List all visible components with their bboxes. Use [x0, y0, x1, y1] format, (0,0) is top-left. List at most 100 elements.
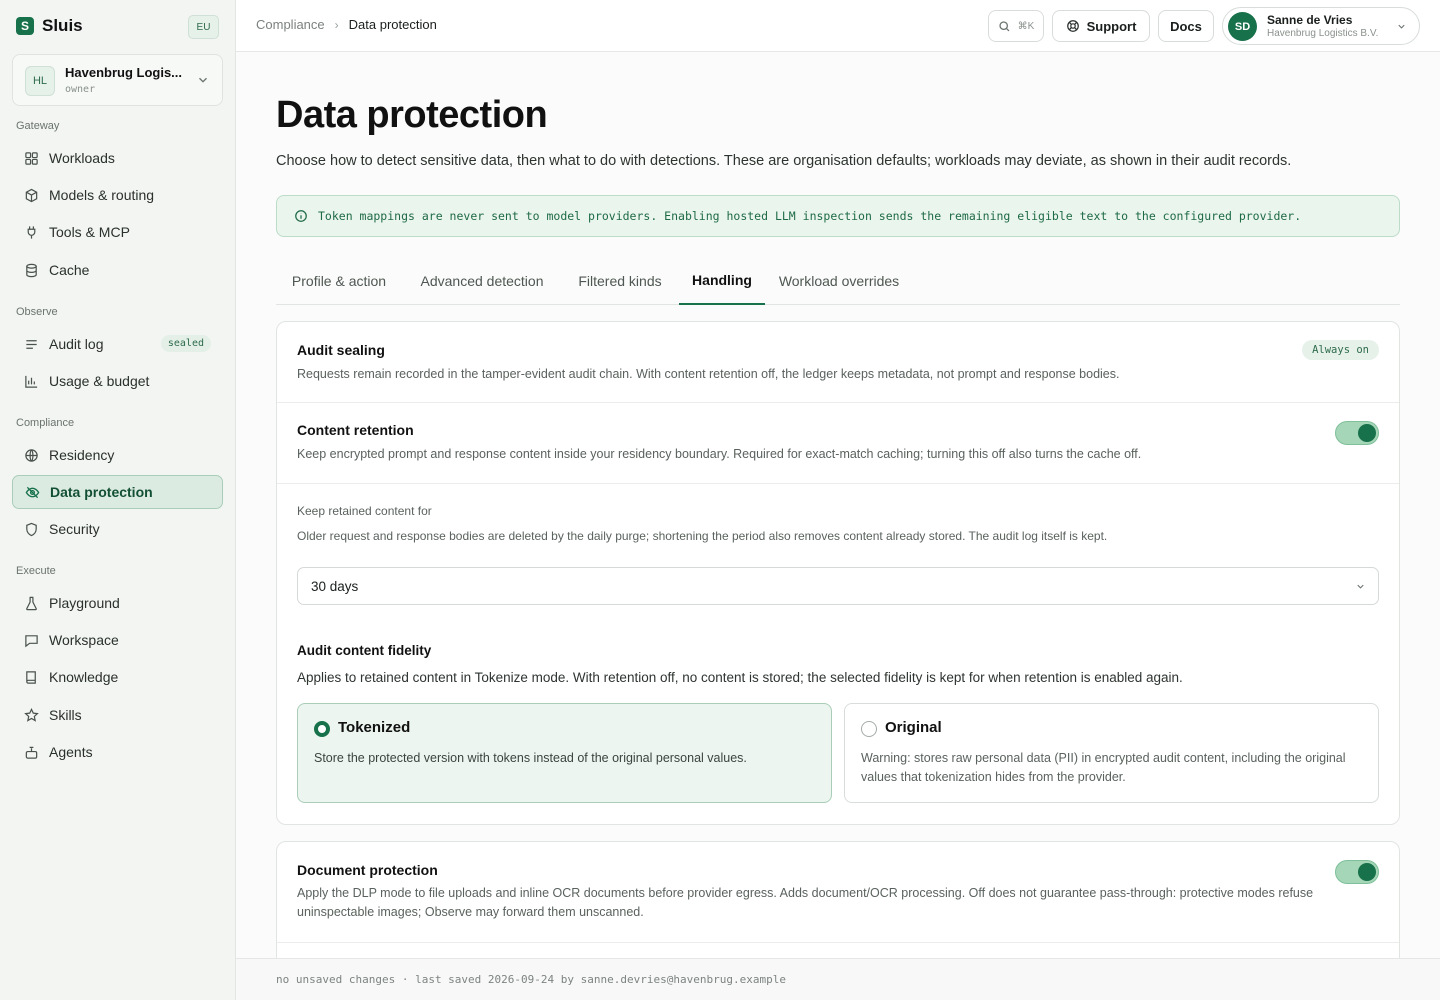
retention-period-value: 30 days [311, 578, 359, 594]
sidebar-item-audit-log[interactable]: Audit log sealed [12, 327, 223, 361]
brand-name: Sluis [42, 16, 83, 35]
page-description: Choose how to detect sensitive data, the… [276, 153, 1292, 169]
sidebar: S Sluis EU HL Havenbrug Logis... owner G… [0, 0, 236, 1000]
breadcrumb-separator-icon: › [334, 17, 339, 32]
sidebar-item-agents[interactable]: Agents [12, 735, 223, 769]
sidebar-item-residency[interactable]: Residency [12, 438, 223, 472]
retention-period-select[interactable]: 30 days [297, 567, 1379, 605]
search-shortcut: ⌘K [1017, 20, 1035, 32]
book-icon [26, 670, 36, 684]
content-retention-toggle[interactable] [1335, 421, 1379, 445]
info-icon [295, 210, 307, 222]
tab-handling[interactable]: Handling [679, 257, 765, 305]
content-retention-title: Content retention [297, 422, 414, 438]
sidebar-item-playground[interactable]: Playground [12, 586, 223, 620]
sidebar-item-label: Data protection [50, 484, 153, 500]
radio-unselected-icon[interactable] [861, 721, 877, 737]
sidebar-item-label: Residency [49, 447, 115, 463]
search-icon [999, 20, 1010, 31]
sluis-logo-icon: S [16, 17, 34, 35]
breadcrumb-compliance[interactable]: Compliance [256, 17, 325, 32]
user-name: Sanne de Vries [1267, 13, 1353, 27]
section-label-gateway: Gateway [16, 120, 60, 132]
tab-workload-overrides[interactable]: Workload overrides [767, 257, 911, 305]
main-content: Data protection Choose how to detect sen… [236, 52, 1440, 958]
org-name: Havenbrug Logis... [65, 65, 183, 80]
audit-sealing-title: Audit sealing [297, 342, 385, 358]
sidebar-item-label: Models & routing [49, 187, 155, 203]
brand[interactable]: S Sluis [16, 14, 83, 38]
sidebar-item-cache[interactable]: Cache [12, 253, 223, 287]
eye-off-icon [25, 486, 40, 498]
sidebar-item-security[interactable]: Security [12, 512, 223, 546]
flask-icon [26, 596, 37, 610]
top-bar: Compliance › Data protection ⌘K Support … [236, 0, 1440, 52]
notice-text: Token mappings are never sent to model p… [318, 209, 1302, 223]
always-on-badge: Always on [1302, 340, 1379, 360]
support-button[interactable]: Support [1052, 10, 1150, 42]
avatar: SD [1228, 12, 1257, 41]
breadcrumb: Compliance › Data protection [256, 17, 437, 32]
sidebar-item-label: Playground [49, 595, 120, 611]
radio-selected-icon[interactable] [314, 721, 330, 737]
save-status-bar: no unsaved changes · last saved 2026-09-… [236, 958, 1440, 1000]
sidebar-item-tools-mcp[interactable]: Tools & MCP [12, 215, 223, 249]
sidebar-item-models-routing[interactable]: Models & routing [12, 178, 223, 212]
fidelity-title: Audit content fidelity [297, 643, 432, 658]
sidebar-item-knowledge[interactable]: Knowledge [12, 660, 223, 694]
breadcrumb-current: Data protection [348, 17, 437, 32]
sidebar-item-skills[interactable]: Skills [12, 698, 223, 732]
next-row [277, 942, 1399, 958]
sidebar-item-label: Skills [49, 707, 82, 723]
tab-advanced-detection[interactable]: Advanced detection [404, 257, 560, 305]
content-retention-description: Keep encrypted prompt and response conte… [297, 447, 1142, 461]
shield-icon [26, 522, 37, 536]
sidebar-item-label: Knowledge [49, 669, 119, 685]
sidebar-item-label: Audit log [49, 336, 104, 352]
content-retention-row: Content retention Keep encrypted prompt … [277, 402, 1399, 483]
org-switcher[interactable]: HL Havenbrug Logis... owner [12, 54, 223, 106]
info-notice: Token mappings are never sent to model p… [276, 195, 1400, 237]
sidebar-item-workloads[interactable]: Workloads [12, 141, 223, 175]
fidelity-option-title: Tokenized [338, 719, 411, 736]
chevron-down-icon [1398, 24, 1405, 29]
sidebar-item-workspace[interactable]: Workspace [12, 623, 223, 657]
save-status: no unsaved changes · last saved 2026-09-… [276, 973, 786, 986]
sidebar-item-usage-budget[interactable]: Usage & budget [12, 364, 223, 398]
docs-button[interactable]: Docs [1158, 10, 1214, 42]
sidebar-item-label: Workloads [49, 150, 115, 166]
search-button[interactable]: ⌘K [988, 10, 1044, 42]
user-menu[interactable]: SD Sanne de Vries Havenbrug Logistics B.… [1222, 7, 1420, 45]
fidelity-option-tokenized[interactable]: Tokenized Store the protected version wi… [297, 703, 832, 803]
sidebar-item-data-protection[interactable]: Data protection [12, 475, 223, 509]
retention-period-label: Keep retained content for [297, 504, 432, 518]
org-role: owner [65, 84, 96, 95]
user-org: Havenbrug Logistics B.V. [1267, 28, 1379, 39]
tab-filtered-kinds[interactable]: Filtered kinds [562, 257, 678, 305]
document-protection-card: Document protection Apply the DLP mode t… [276, 841, 1400, 958]
fidelity-option-original[interactable]: Original Warning: stores raw personal da… [844, 703, 1379, 803]
plug-icon [27, 225, 36, 239]
chevron-down-icon [1357, 584, 1364, 589]
handling-card: Audit sealing Always on Requests remain … [276, 321, 1400, 825]
fidelity-option-description: Store the protected version with tokens … [314, 751, 747, 765]
sidebar-item-label: Tools & MCP [49, 224, 130, 240]
tab-profile-action[interactable]: Profile & action [276, 257, 402, 305]
sidebar-item-label: Security [49, 521, 100, 537]
sealed-badge: sealed [160, 335, 211, 352]
docs-label: Docs [1170, 18, 1202, 34]
sidebar-item-label: Cache [49, 262, 90, 278]
document-protection-toggle[interactable] [1335, 860, 1379, 884]
audit-sealing-row: Audit sealing Always on Requests remain … [277, 322, 1399, 402]
section-label-observe: Observe [16, 306, 58, 318]
chevron-down-icon [199, 77, 207, 83]
page-title: Data protection [276, 94, 548, 136]
grid-icon [25, 151, 38, 165]
cube-icon [25, 188, 38, 202]
chat-icon [25, 634, 38, 647]
tab-bar: Profile & action Advanced detection Filt… [276, 257, 1400, 305]
section-label-execute: Execute [16, 565, 56, 577]
org-avatar: HL [25, 66, 55, 96]
region-badge: EU [188, 15, 219, 39]
fidelity-option-title: Original [885, 719, 942, 736]
